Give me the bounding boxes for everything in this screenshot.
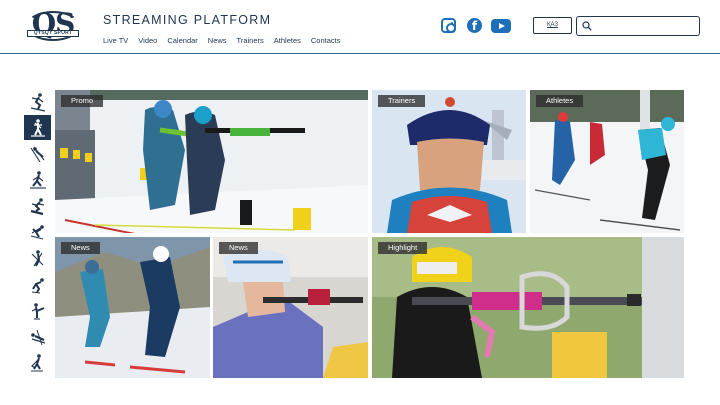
youtube-icon[interactable] [491,19,511,33]
highlight-photo [372,237,684,378]
tile-highlight[interactable]: Highlight [372,237,684,378]
tile-label: Promo [61,95,104,107]
athletes-photo [530,90,684,233]
tile-trainers[interactable]: Trainers [372,90,526,233]
tile-label: News [219,242,258,254]
promo-photo [55,90,368,233]
nav-trainers[interactable]: Trainers [237,36,264,45]
sport-snowboarder[interactable] [24,194,51,219]
header: QS QYSQY SPORT STREAMING PLATFORM Live T… [0,0,720,54]
tile-news-2[interactable]: News [213,237,368,378]
ski-jumper-icon [30,146,44,163]
cross-country-skier-icon [29,171,46,189]
search-box[interactable] [576,16,700,36]
skeleton-rider-icon [30,330,45,346]
sport-speed-skater[interactable] [24,272,51,297]
nav-video[interactable]: Video [138,36,157,45]
instagram-icon[interactable] [441,18,456,33]
nordic-combined-icon [31,249,43,267]
trainer-photo [372,90,526,233]
sport-figure-skater[interactable] [24,299,51,324]
freestyle-skier-icon [30,225,44,240]
tile-label: News [61,242,100,254]
alpine-skier-icon [30,92,45,112]
brand-title: STREAMING PLATFORM [103,13,272,27]
sport-sidebar [24,89,52,377]
figure-skater-icon [31,303,44,320]
sport-hockey-player[interactable] [24,351,51,376]
nav-calendar[interactable]: Calendar [167,36,197,45]
search-icon [582,21,592,31]
sport-biathlete[interactable] [24,115,51,141]
hockey-player-icon [30,354,43,372]
language-button[interactable]: ҚАЗ [533,17,572,34]
facebook-icon[interactable]: f [467,18,482,33]
main-nav: Live TV Video Calendar News Trainers Ath… [103,36,351,45]
logo[interactable]: QS QYSQY SPORT [24,7,82,45]
tile-label: Highlight [378,242,428,254]
nav-live-tv[interactable]: Live TV [103,36,128,45]
biathlete-icon [30,118,45,137]
tile-athletes[interactable]: Athletes [530,90,684,233]
sport-nordic-combined[interactable] [24,246,51,271]
tile-label: Trainers [378,95,426,107]
search-input[interactable] [595,19,695,33]
nav-news[interactable]: News [208,36,227,45]
tile-news-1[interactable]: News [55,237,210,378]
speed-skater-icon [31,278,44,294]
nav-athletes[interactable]: Athletes [274,36,301,45]
logo-band: QYSQY SPORT [27,30,79,37]
tile-promo[interactable]: Promo [55,90,368,233]
sport-freestyle-skier[interactable] [24,220,51,245]
snowboarder-icon [30,198,44,216]
sport-skeleton-rider[interactable] [24,325,51,350]
sport-ski-jumper[interactable] [24,141,51,166]
nav-contacts[interactable]: Contacts [311,36,341,45]
tile-label: Athletes [536,95,584,107]
sport-alpine-skier[interactable] [24,89,51,114]
news-photo-2 [213,237,368,378]
sport-cross-country-skier[interactable] [24,168,51,193]
news-photo-1 [55,237,210,378]
